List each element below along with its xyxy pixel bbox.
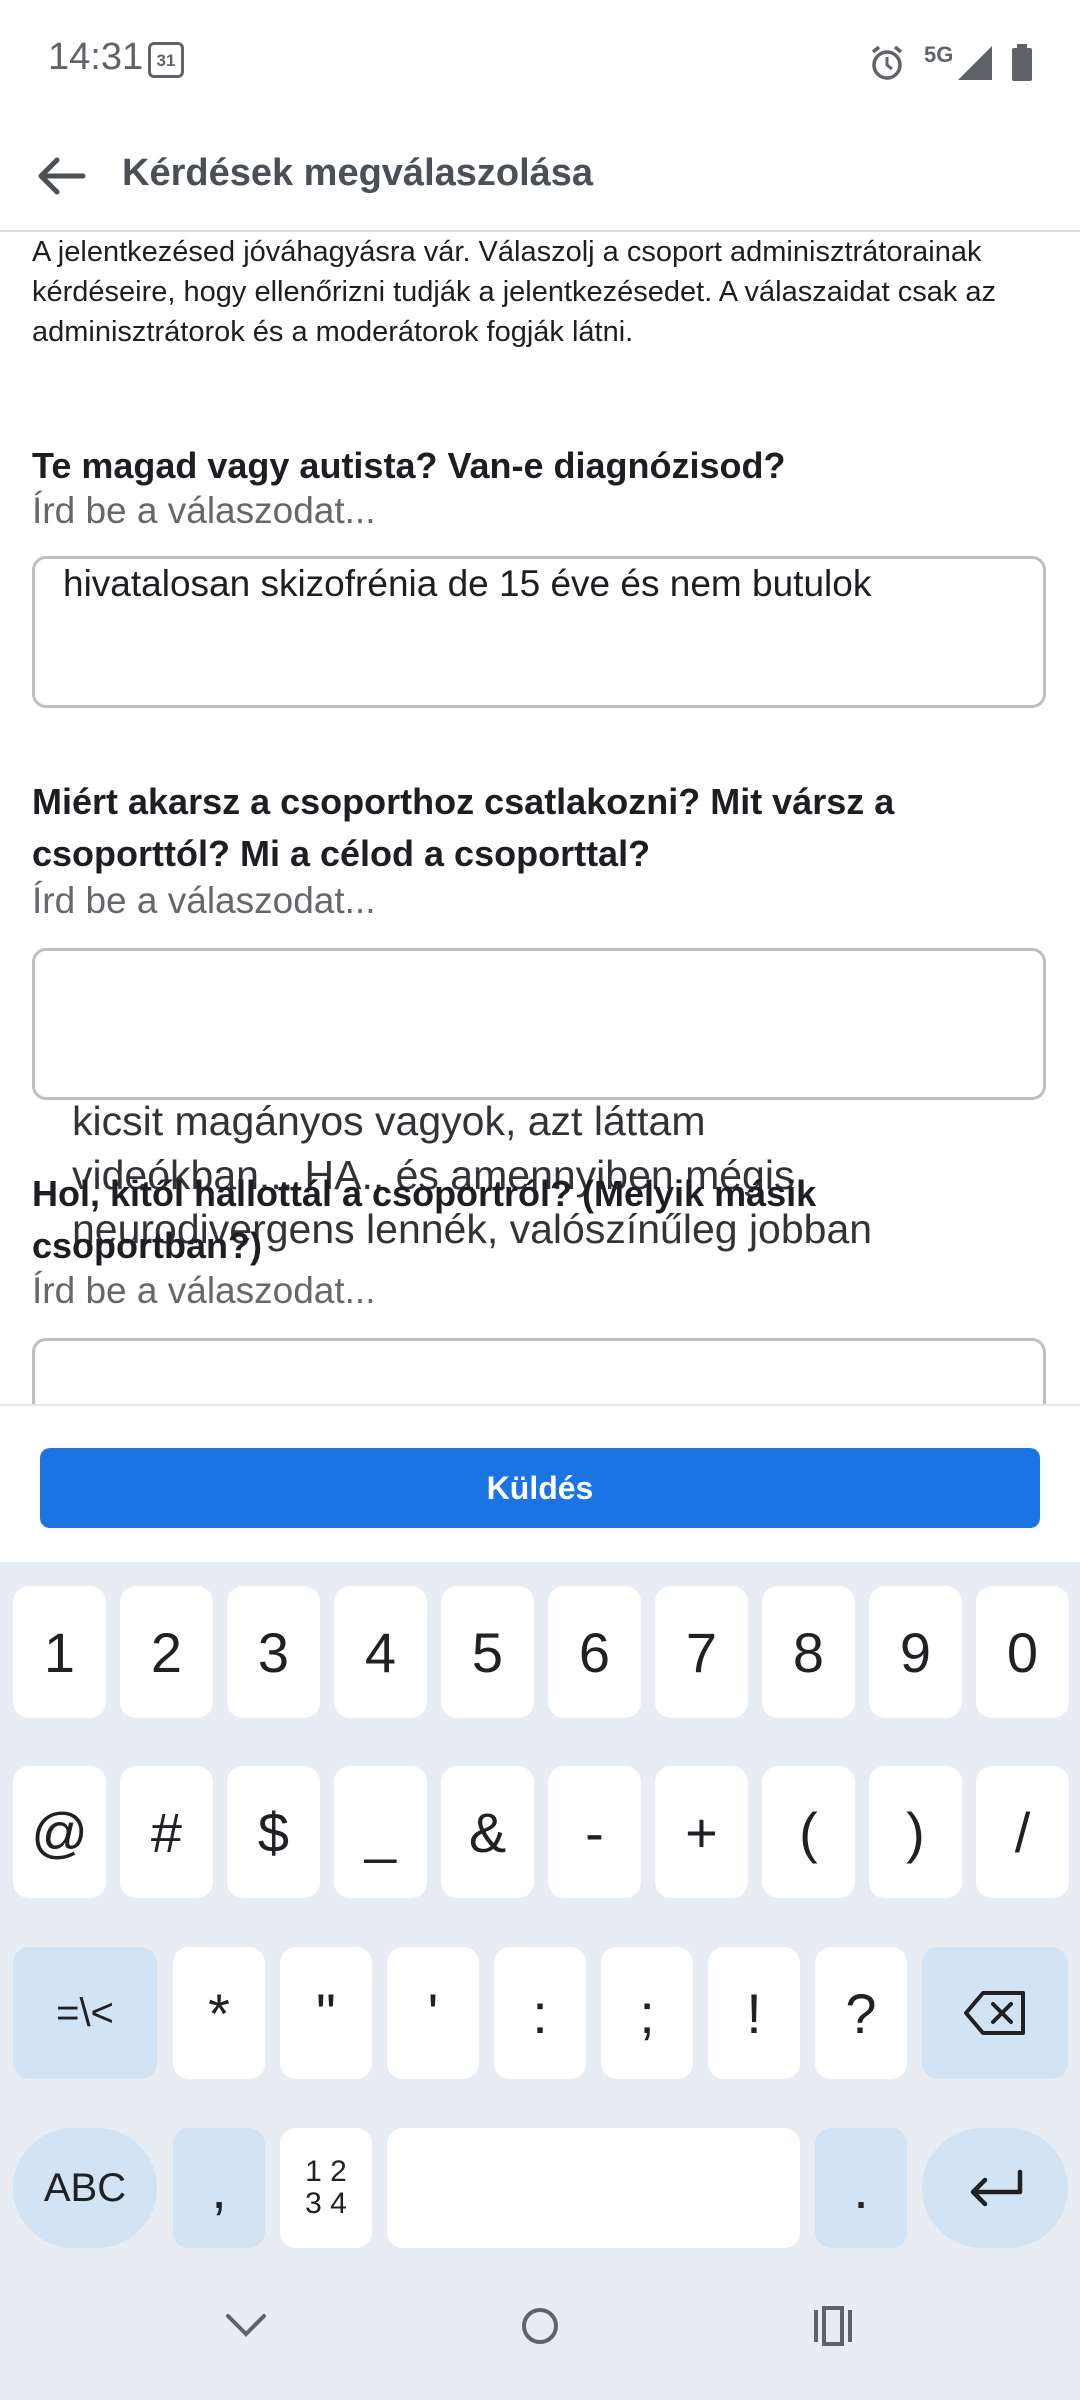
alarm-icon — [871, 45, 903, 80]
key-comma[interactable]: , — [173, 2128, 265, 2248]
back-arrow-icon — [38, 157, 86, 195]
enter-key[interactable] — [922, 2128, 1068, 2248]
question-1-answer-text: hivatalosan skizofrénia de 15 éve és nem… — [63, 563, 872, 604]
key-digit-7[interactable]: 8 — [762, 1586, 855, 1718]
key-digit-8[interactable]: 9 — [869, 1586, 962, 1718]
form-footer: Küldés — [0, 1404, 1080, 1564]
key-digit-2[interactable]: 3 — [227, 1586, 320, 1718]
key-digit-0[interactable]: 1 — [13, 1586, 106, 1718]
key-symbol-extra-1[interactable]: * — [173, 1947, 265, 2079]
calendar-day: 31 — [156, 51, 176, 70]
key-symbol-0[interactable]: @ — [13, 1766, 106, 1898]
nav-home-icon[interactable] — [520, 2306, 560, 2346]
page-title: Kérdések megválaszolása — [122, 152, 594, 194]
network-label: 5G — [924, 42, 954, 67]
status-time: 14:31 — [48, 36, 144, 78]
key-symbol-4[interactable]: & — [441, 1766, 534, 1898]
question-1-title: Te magad vagy autista? Van-e diagnózisod… — [32, 445, 786, 486]
key-symbol-extra-6[interactable]: ! — [708, 1947, 800, 2079]
key-symbol-extra-4[interactable]: : — [494, 1947, 586, 2079]
question-3-hint: Írd be a válaszodat... — [32, 1270, 376, 1311]
key-more-symbols[interactable]: =\< — [13, 1947, 157, 2079]
system-nav-bar — [0, 2272, 1080, 2400]
app-header: Kérdések megválaszolása — [0, 122, 1080, 232]
enter-icon — [970, 2169, 1023, 2207]
status-bar: 14:31 31 5G — [0, 0, 1080, 122]
questions-form[interactable]: A jelentkezésed jóváhagyásra vár. Válasz… — [0, 232, 1080, 1404]
key-symbol-5[interactable]: - — [548, 1766, 641, 1898]
question-1-answer-field[interactable]: hivatalosan skizofrénia de 15 éve és nem… — [32, 556, 1046, 708]
key-symbol-7[interactable]: ( — [762, 1766, 855, 1898]
send-button[interactable]: Küldés — [40, 1448, 1040, 1528]
intro-text: A jelentkezésed jóváhagyásra vár. Válasz… — [32, 236, 997, 348]
key-symbol-9[interactable]: / — [976, 1766, 1069, 1898]
key-symbol-extra-3[interactable]: ' — [387, 1947, 479, 2079]
question-3-title: Hol, kitől hallottál a csoportról? (Mely… — [32, 1173, 817, 1266]
backspace-key[interactable] — [922, 1947, 1068, 2079]
calendar-icon: 31 — [148, 42, 184, 78]
key-digit-9[interactable]: 0 — [976, 1586, 1069, 1718]
key-symbol-3[interactable]: _ — [334, 1766, 427, 1898]
key-space[interactable] — [387, 2128, 800, 2248]
key-numpad[interactable]: 1 2 3 4 — [280, 2128, 372, 2248]
nav-back-icon[interactable] — [224, 2312, 268, 2340]
key-symbol-extra-2[interactable]: " — [280, 1947, 372, 2079]
nav-recents-icon[interactable] — [812, 2306, 854, 2346]
key-abc[interactable]: ABC — [13, 2128, 157, 2248]
key-digit-5[interactable]: 6 — [548, 1586, 641, 1718]
battery-icon — [1012, 44, 1032, 81]
back-button[interactable] — [26, 144, 96, 208]
key-symbol-1[interactable]: # — [120, 1766, 213, 1898]
key-symbol-8[interactable]: ) — [869, 1766, 962, 1898]
signal-icon — [958, 46, 992, 80]
key-symbol-2[interactable]: $ — [227, 1766, 320, 1898]
question-2-answer-field[interactable] — [32, 948, 1046, 1100]
question-2-title: Miért akarsz a csoporthoz csatlakozni? M… — [32, 781, 895, 874]
key-digit-4[interactable]: 5 — [441, 1586, 534, 1718]
key-period[interactable]: . — [815, 2128, 907, 2248]
key-digit-3[interactable]: 4 — [334, 1586, 427, 1718]
key-digit-6[interactable]: 7 — [655, 1586, 748, 1718]
key-symbol-6[interactable]: + — [655, 1766, 748, 1898]
overflow-answer-line: kicsit magányos vagyok, azt láttam — [72, 1098, 706, 1144]
question-1-hint: Írd be a válaszodat... — [32, 490, 376, 531]
question-3-answer-field[interactable] — [32, 1338, 1046, 1404]
question-2-hint: Írd be a válaszodat... — [32, 880, 376, 921]
key-digit-1[interactable]: 2 — [120, 1586, 213, 1718]
key-symbol-extra-5[interactable]: ; — [601, 1947, 693, 2079]
backspace-icon — [964, 1991, 1025, 2035]
key-symbol-extra-7[interactable]: ? — [815, 1947, 907, 2079]
